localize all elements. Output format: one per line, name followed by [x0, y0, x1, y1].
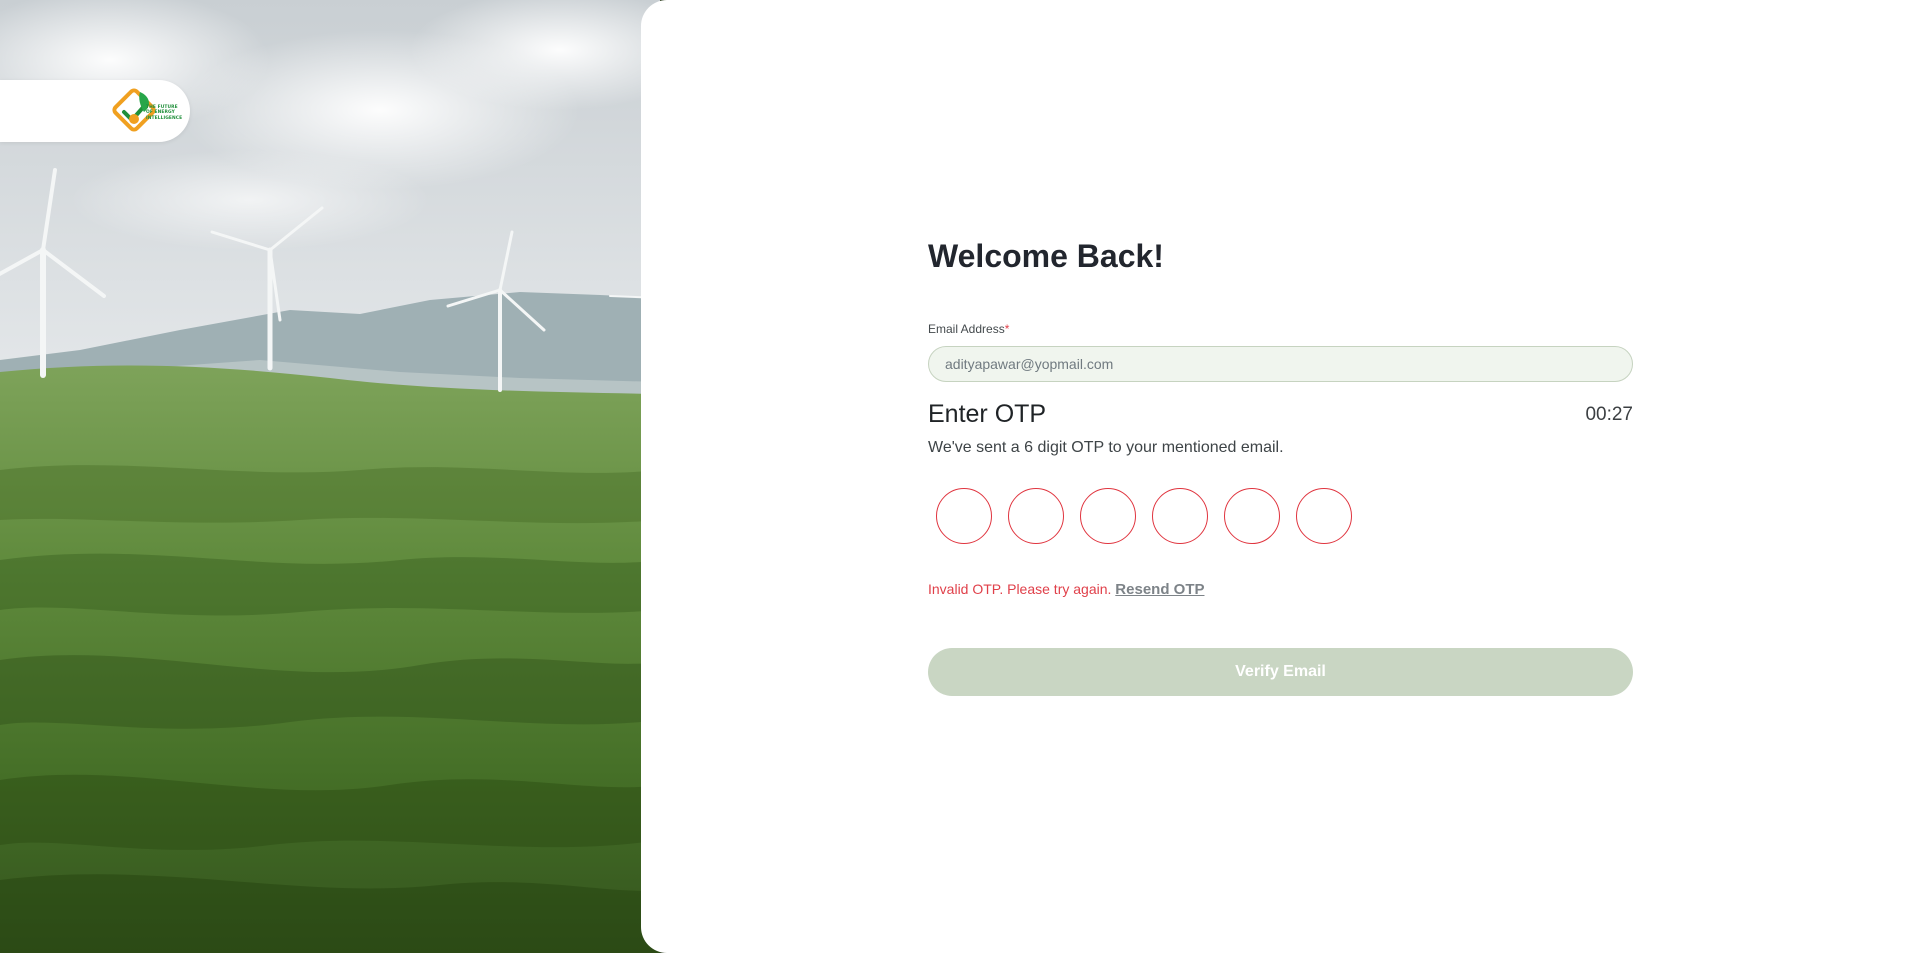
otp-digit-6[interactable] [1296, 488, 1352, 544]
otp-login-form: Welcome Back! Email Address* Enter OTP 0… [928, 236, 1633, 696]
logo-line: INTELLIGENCE [146, 115, 183, 121]
email-field[interactable] [928, 346, 1633, 382]
otp-description: We've sent a 6 digit OTP to your mention… [928, 439, 1284, 456]
otp-digit-1[interactable] [936, 488, 992, 544]
otp-error-text: Invalid OTP. Please try again. [928, 581, 1112, 597]
otp-digit-2[interactable] [1008, 488, 1064, 544]
logo-card: THE FUTURE OF ENERGY INTELLIGENCE [0, 80, 190, 142]
hero-image [0, 0, 660, 953]
page-title: Welcome Back! [928, 238, 1164, 274]
otp-digit-5[interactable] [1224, 488, 1280, 544]
otp-timer: 00:27 [1585, 404, 1633, 425]
otp-error-message: Invalid OTP. Please try again. Resend OT… [928, 581, 1204, 598]
login-panel [641, 0, 1920, 953]
otp-input-group [936, 488, 1352, 544]
logo-wordmark: THE FUTURE OF ENERGY INTELLIGENCE [146, 105, 186, 121]
verify-email-button[interactable]: Verify Email [928, 648, 1633, 696]
required-marker: * [1004, 322, 1010, 336]
resend-otp-link[interactable]: Resend OTP [1115, 581, 1204, 598]
otp-digit-4[interactable] [1152, 488, 1208, 544]
email-label-text: Email Address [928, 322, 1005, 336]
otp-digit-3[interactable] [1080, 488, 1136, 544]
otp-title: Enter OTP [928, 400, 1047, 428]
email-label: Email Address* [928, 322, 1009, 336]
